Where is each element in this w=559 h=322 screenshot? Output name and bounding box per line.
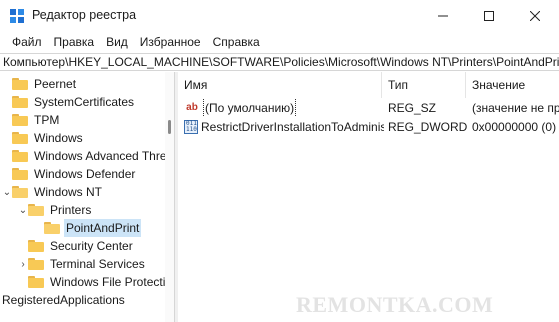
folder-icon [12,96,28,108]
tree-item-label: Windows NT [34,185,103,199]
folder-open-icon [28,204,44,216]
folder-icon [28,276,44,288]
tree-item-label: RegisteredApplications [2,293,125,307]
menu-edit[interactable]: Правка [48,32,101,52]
key-tree[interactable]: Peernet SystemCertificates TPM Windows Windo… [0,72,174,322]
tree-item[interactable]: Security Center [18,237,135,255]
menu-favorites[interactable]: Избранное [134,32,207,52]
watermark: REMONTKA.COM [296,292,494,317]
tree-item-label: TPM [34,113,60,127]
menu-view[interactable]: Вид [100,32,134,52]
value-row[interactable]: ab (По умолчанию) REG_SZ (значение не присв… [178,99,559,117]
tree-item-label: Windows Advanced Threat [34,149,174,163]
folder-icon [12,114,28,126]
column-header-type[interactable]: Тип [382,72,466,98]
minimize-icon [438,15,448,17]
maximize-button[interactable] [466,0,512,32]
value-name-cell: RestrictDriverInstallationToAdministrato… [184,118,384,136]
folder-icon [12,78,28,90]
value-type: REG_DWORD [388,120,468,134]
folder-open-icon [12,186,28,198]
tree-scrollbar-thumb[interactable] [168,120,171,134]
tree-item[interactable]: PointAndPrint [34,219,142,237]
tree-item[interactable]: Windows File Protection [18,273,174,291]
tree-item-label: Windows Defender [34,167,136,181]
registry-editor-app-icon [10,9,24,23]
tree-scrollbar[interactable] [165,72,174,322]
column-header-name[interactable]: Имя [178,72,382,98]
column-header-value[interactable]: Значение [466,72,559,98]
tree-item[interactable]: RegisteredApplications [0,291,127,309]
maximize-icon [484,11,494,21]
chevron-down-icon[interactable]: ⌄ [18,201,28,219]
tree-item[interactable]: Windows [2,129,85,147]
value-type: REG_SZ [388,101,437,115]
tree-item[interactable]: Peernet [2,75,78,93]
folder-icon [12,168,28,180]
tree-item-label: Terminal Services [50,257,145,271]
folder-open-icon [44,222,60,234]
tree-item[interactable]: TPM [2,111,61,129]
chevron-down-icon[interactable]: ⌄ [2,183,12,201]
folder-icon [28,240,44,252]
chevron-right-icon[interactable]: › [18,255,28,273]
menu-file[interactable]: Файл [6,32,48,52]
tree-item[interactable]: Windows Defender [2,165,137,183]
close-button[interactable] [512,0,558,32]
folder-icon [12,150,28,162]
menu-bar: Файл Правка Вид Избранное Справка [0,32,559,52]
value-data: 0x00000000 (0) [472,120,557,134]
folder-icon [12,132,28,144]
minimize-button[interactable] [420,0,466,32]
tree-item-label: PointAndPrint [64,219,142,237]
binary-value-icon [184,120,198,134]
address-bar[interactable]: Компьютер\HKEY_LOCAL_MACHINE\SOFTWARE\Po… [0,53,559,71]
tree-item[interactable]: ⌄ Printers [18,201,93,219]
tree-item[interactable]: ⌄ Windows NT [2,183,104,201]
tree-item[interactable]: › Terminal Services [18,255,147,273]
menu-help[interactable]: Справка [207,32,266,52]
tree-item-label: SystemCertificates [34,95,135,109]
tree-item-label: Printers [50,203,92,217]
tree-item[interactable]: Windows Advanced Threat [2,147,174,165]
values-list[interactable]: Имя Тип Значение ab (По умолчанию) REG_SZ (… [178,72,559,322]
window-title: Редактор реестра [32,8,137,22]
close-icon [530,11,540,21]
value-data: (значение не присвоено) [472,101,559,115]
string-value-icon: ab [186,102,198,113]
address-path[interactable]: Компьютер\HKEY_LOCAL_MACHINE\SOFTWARE\Po… [3,55,559,69]
tree-item-label: Security Center [50,239,133,253]
value-name: RestrictDriverInstallationToAdministrato… [201,120,384,134]
tree-item-label: Windows File Protection [50,275,174,289]
tree-item-label: Peernet [34,77,77,91]
value-row[interactable]: RestrictDriverInstallationToAdministrato… [178,118,559,136]
value-name: (По умолчанию) [203,99,297,117]
folder-icon [28,258,44,270]
tree-item-label: Windows [34,131,83,145]
title-bar[interactable]: Редактор реестра [0,0,559,32]
tree-item[interactable]: SystemCertificates [2,93,136,111]
value-name-cell: ab (По умолчанию) [184,99,384,117]
